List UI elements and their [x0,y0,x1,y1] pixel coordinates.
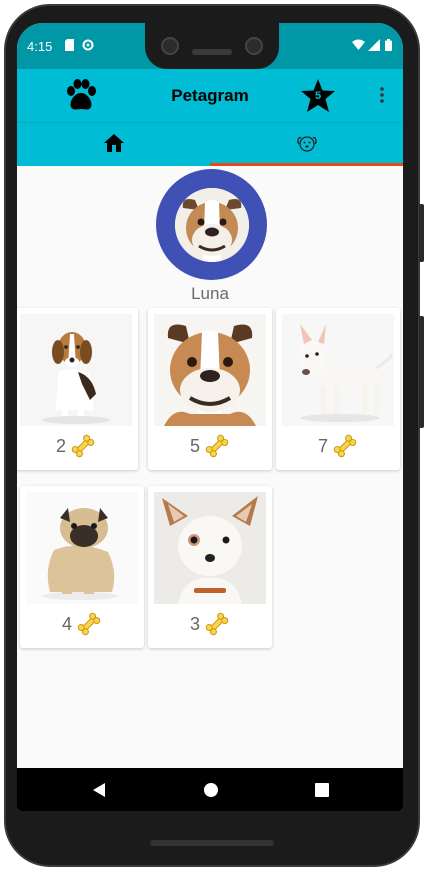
earpiece-speaker [192,49,232,55]
camera-notch [145,23,279,69]
overflow-menu-icon[interactable] [375,86,389,106]
signal-icon [368,39,380,51]
status-bar: 4:15 [17,23,403,69]
rating-star-button[interactable]: 5 [300,78,336,114]
pet-card[interactable]: 5 [148,308,272,470]
tab-profile[interactable] [210,123,403,167]
bulldog-photo [174,187,249,262]
sd-card-icon [65,39,77,51]
like-count: 4 [20,610,144,638]
chihuahua-photo [154,492,266,604]
dog-face-icon [296,133,318,158]
like-count-value: 3 [189,613,200,634]
bone-icon [205,434,229,458]
bone-icon [77,612,101,636]
profile-content: Luna 2 5 7 4 3 [17,166,403,768]
bull-terrier-photo [282,314,394,426]
like-count-value: 2 [55,435,66,456]
back-icon [93,782,105,797]
home-icon [103,133,125,158]
nav-home-button[interactable] [191,768,231,811]
system-nav-bar [17,768,403,811]
volume-button [419,204,424,262]
recents-icon [315,782,329,797]
rating-badge-count: 5 [314,90,322,102]
status-time: 4:15 [27,39,53,54]
front-camera [161,37,179,55]
like-count: 3 [148,610,272,638]
pet-card[interactable]: 2 [17,308,138,470]
beagle-photo [20,314,132,426]
like-count: 5 [148,432,272,460]
app-bar: Petagram 5 [17,69,403,122]
battery-icon [385,39,393,51]
tab-bar [17,122,403,166]
profile-avatar[interactable] [156,169,267,280]
like-count: 7 [276,432,400,460]
bone-icon [205,612,229,636]
pug-photo [26,492,138,604]
sync-icon [82,39,94,51]
bone-icon [71,434,95,458]
like-count-value: 5 [189,435,200,456]
bulldog-photo [154,314,266,426]
pet-card[interactable]: 3 [148,486,272,648]
profile-pet-name: Luna [191,284,229,303]
bone-icon [333,434,357,458]
home-circle-icon [204,782,218,797]
bottom-speaker-grille [150,840,274,846]
like-count-value: 7 [317,435,328,456]
wifi-icon [352,39,365,51]
app-title: Petagram [171,86,249,105]
nav-recents-button[interactable] [302,768,342,811]
front-camera [245,37,263,55]
pet-card[interactable]: 4 [20,486,144,648]
pet-card[interactable]: 7 [276,308,400,470]
tab-home[interactable] [17,123,210,167]
like-count: 2 [17,432,138,460]
like-count-value: 4 [61,613,72,634]
nav-back-button[interactable] [79,768,119,811]
power-button [419,316,424,428]
screen: 4:15 Petagram 5 Luna 2 5 7 4 3 [17,23,403,811]
